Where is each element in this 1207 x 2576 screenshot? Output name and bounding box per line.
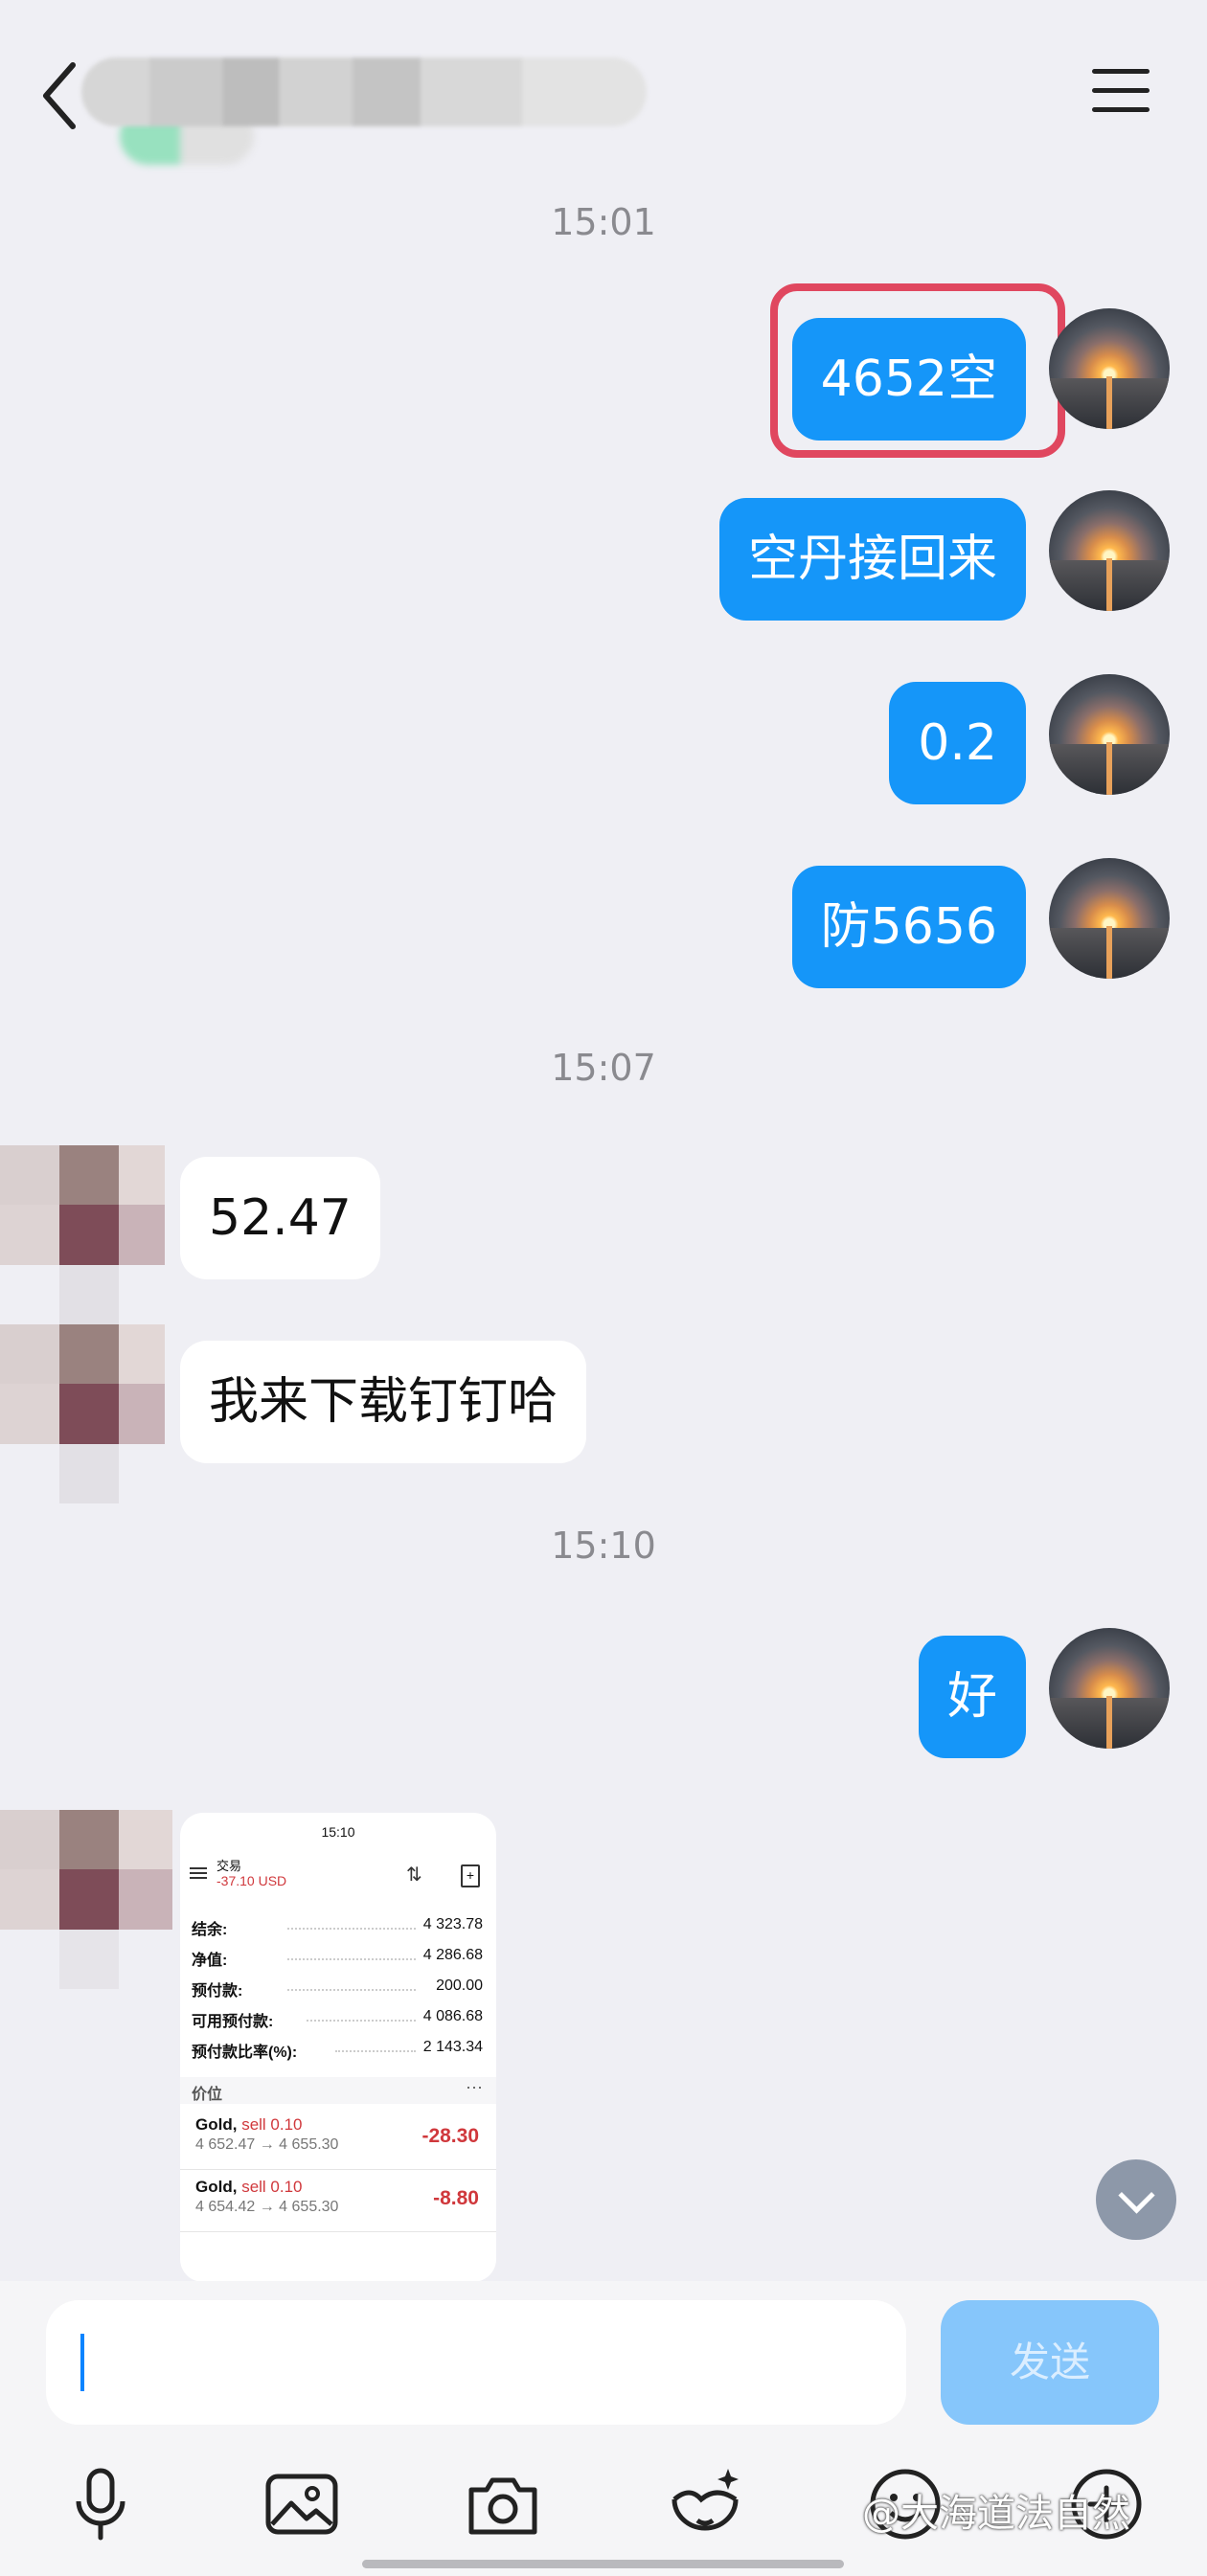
microphone-icon[interactable] [57, 2461, 144, 2547]
image-message-trading-screenshot[interactable]: 15:10 交易 -37.10 USD ⇅ + 结余: 4 323.78 净值:… [180, 1813, 496, 2282]
contact-avatar-blurred[interactable] [0, 1324, 165, 1444]
sticker-icon[interactable] [661, 2461, 747, 2547]
message-bubble-incoming[interactable]: 我来下载钉钉哈 [180, 1341, 587, 1463]
avatar-blur-fragment [59, 1930, 119, 1989]
account-row-value: 4 286.68 [422, 1947, 483, 1963]
timestamp: 15:10 [551, 1525, 656, 1567]
avatar-blur-fragment [59, 1444, 119, 1503]
my-avatar[interactable] [1049, 858, 1170, 979]
my-avatar[interactable] [1049, 1628, 1170, 1749]
position-row: Gold, sell 0.10 4 652.47 → 4 655.30 -28.… [180, 2108, 496, 2170]
more-icon: ··· [466, 2077, 483, 2096]
screenshot-title: 交易 [216, 1859, 242, 1873]
contact-avatar-blurred[interactable] [0, 1145, 165, 1265]
contact-avatar-blurred[interactable] [0, 1810, 172, 1930]
my-avatar[interactable] [1049, 308, 1170, 429]
account-row-label: 可用预付款: [192, 2014, 274, 2030]
my-avatar[interactable] [1049, 674, 1170, 795]
position-side: sell 0.10 [241, 2115, 303, 2134]
position-row: Gold, sell 0.10 4 654.42 → 4 655.30 -8.8… [180, 2170, 496, 2232]
position-side: sell 0.10 [241, 2178, 303, 2196]
message-bubble-outgoing[interactable]: 4652空 [791, 318, 1026, 441]
account-row: 预付款比率(%): 2 143.34 [192, 2039, 483, 2062]
screenshot-menu-icon [190, 1867, 207, 1879]
watermark: @大海道法自然 [862, 2492, 1130, 2536]
my-avatar[interactable] [1049, 490, 1170, 611]
account-row-value: 2 143.34 [422, 2039, 483, 2055]
account-row-label: 净值: [192, 1953, 228, 1969]
message-bubble-outgoing[interactable]: 好 [918, 1636, 1026, 1758]
account-row: 预付款: 200.00 [192, 1977, 483, 2000]
account-row-label: 预付款比率(%): [192, 2045, 298, 2061]
avatar-blur-fragment [59, 1265, 119, 1324]
send-button[interactable]: 发送 [941, 2300, 1159, 2425]
screenshot-profit: -37.10 USD [216, 1873, 287, 1888]
positions-section-header: 价位 ··· [180, 2077, 496, 2104]
timestamp: 15:01 [551, 201, 656, 243]
position-symbol: Gold, [195, 2178, 238, 2196]
message-bubble-outgoing[interactable]: 0.2 [889, 682, 1026, 804]
screenshot-status-time: 15:10 [321, 1824, 355, 1840]
account-row-value: 200.00 [436, 1977, 483, 1994]
position-prices: 4 654.42 → 4 655.30 [195, 2199, 339, 2215]
image-icon[interactable] [259, 2461, 345, 2547]
position-prices: 4 652.47 → 4 655.30 [195, 2136, 339, 2153]
account-row-label: 结余: [192, 1922, 228, 1938]
home-indicator[interactable] [362, 2560, 844, 2568]
position-pl: -8.80 [433, 2187, 479, 2209]
timestamp: 15:07 [551, 1047, 656, 1089]
scroll-down-button[interactable] [1096, 2159, 1176, 2240]
message-input[interactable] [46, 2300, 906, 2425]
message-bubble-incoming[interactable]: 52.47 [180, 1157, 380, 1279]
hamburger-menu-icon[interactable] [1092, 69, 1150, 123]
section-label: 价位 [192, 2087, 223, 2103]
chevron-left-icon [43, 62, 76, 129]
account-row-label: 预付款: [192, 1983, 243, 2000]
sort-icon: ⇅ [406, 1864, 422, 1886]
add-order-icon: + [461, 1864, 480, 1887]
account-row: 结余: 4 323.78 [192, 1916, 483, 1939]
position-pl: -28.30 [421, 2125, 479, 2147]
account-row: 净值: 4 286.68 [192, 1947, 483, 1970]
account-row: 可用预付款: 4 086.68 [192, 2008, 483, 2031]
message-bubble-outgoing[interactable]: 防5656 [791, 866, 1026, 988]
message-bubble-outgoing[interactable]: 空丹接回来 [718, 498, 1026, 621]
position-symbol: Gold, [195, 2115, 238, 2134]
chat-header [0, 0, 1207, 182]
camera-icon[interactable] [460, 2461, 546, 2547]
text-caret [80, 2334, 84, 2391]
contact-name-blurred[interactable] [81, 57, 647, 126]
account-row-value: 4 323.78 [422, 1916, 483, 1932]
account-row-value: 4 086.68 [422, 2008, 483, 2024]
